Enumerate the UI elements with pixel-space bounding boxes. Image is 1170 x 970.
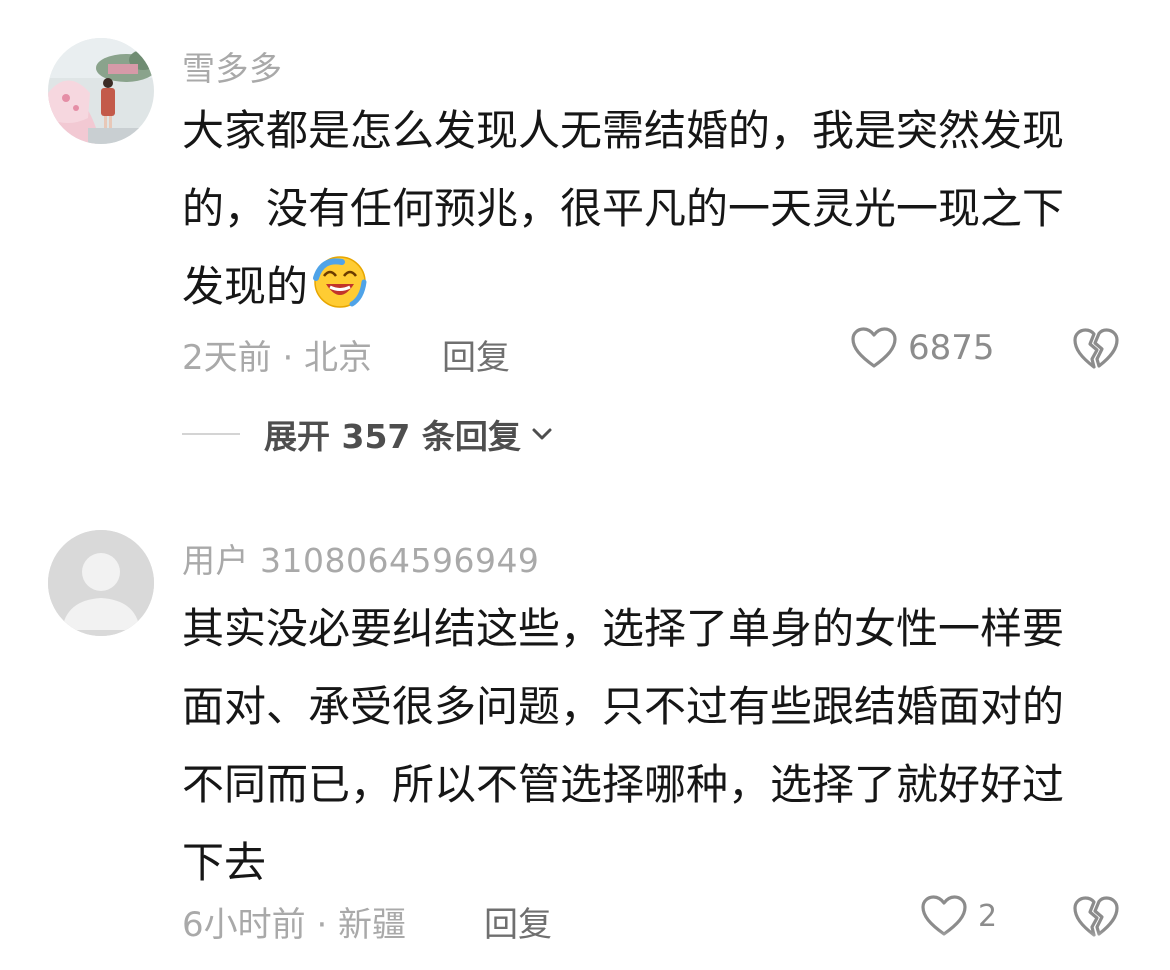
like-count: 6875 bbox=[908, 328, 995, 368]
default-avatar-icon bbox=[48, 530, 154, 636]
comment-line-last: 发现的 bbox=[182, 248, 1112, 326]
comment-line: 不同而已，所以不管选择哪种，选择了就好好过 bbox=[182, 760, 1065, 809]
expand-replies-label: 展开 357 条回复 bbox=[264, 417, 521, 456]
comment-line: 下去 bbox=[182, 838, 267, 887]
username[interactable]: 雪多多 bbox=[182, 42, 283, 90]
like-count: 2 bbox=[978, 898, 998, 934]
comment-line: 发现的 bbox=[182, 262, 309, 311]
laughing-crying-emoji-icon bbox=[313, 256, 367, 308]
bottom-fade bbox=[900, 930, 1170, 970]
broken-heart-icon[interactable] bbox=[1072, 326, 1120, 372]
expand-replies-button[interactable]: 展开 357 条回复 bbox=[182, 410, 553, 458]
heart-outline-icon bbox=[851, 327, 897, 368]
reply-button[interactable]: 回复 bbox=[442, 330, 510, 379]
comment-line: 大家都是怎么发现人无需结婚的，我是突然发现 bbox=[182, 106, 1065, 155]
reply-button[interactable]: 回复 bbox=[484, 897, 552, 946]
username[interactable]: 用户 3108064596949 bbox=[182, 534, 539, 582]
comment-line: 的，没有任何预兆，很平凡的一天灵光一现之下 bbox=[182, 184, 1065, 233]
like-button[interactable]: 6875 bbox=[850, 326, 995, 370]
comment-meta: 6小时前 · 新疆 bbox=[182, 905, 407, 945]
comment-meta: 2天前 · 北京 bbox=[182, 338, 373, 378]
chevron-down-icon bbox=[532, 428, 552, 440]
comment-line: 其实没必要纠结这些，选择了单身的女性一样要 bbox=[182, 604, 1065, 653]
avatar[interactable] bbox=[48, 530, 154, 636]
comment-text: 其实没必要纠结这些，选择了单身的女性一样要 面对、承受很多问题，只不过有些跟结婚… bbox=[182, 590, 1112, 902]
avatar[interactable] bbox=[48, 38, 154, 144]
comment-line: 面对、承受很多问题，只不过有些跟结婚面对的 bbox=[182, 682, 1065, 731]
avatar-photo bbox=[48, 38, 154, 144]
comment-text: 大家都是怎么发现人无需结婚的，我是突然发现 的，没有任何预兆，很平凡的一天灵光一… bbox=[182, 92, 1112, 326]
divider-line bbox=[182, 433, 240, 435]
